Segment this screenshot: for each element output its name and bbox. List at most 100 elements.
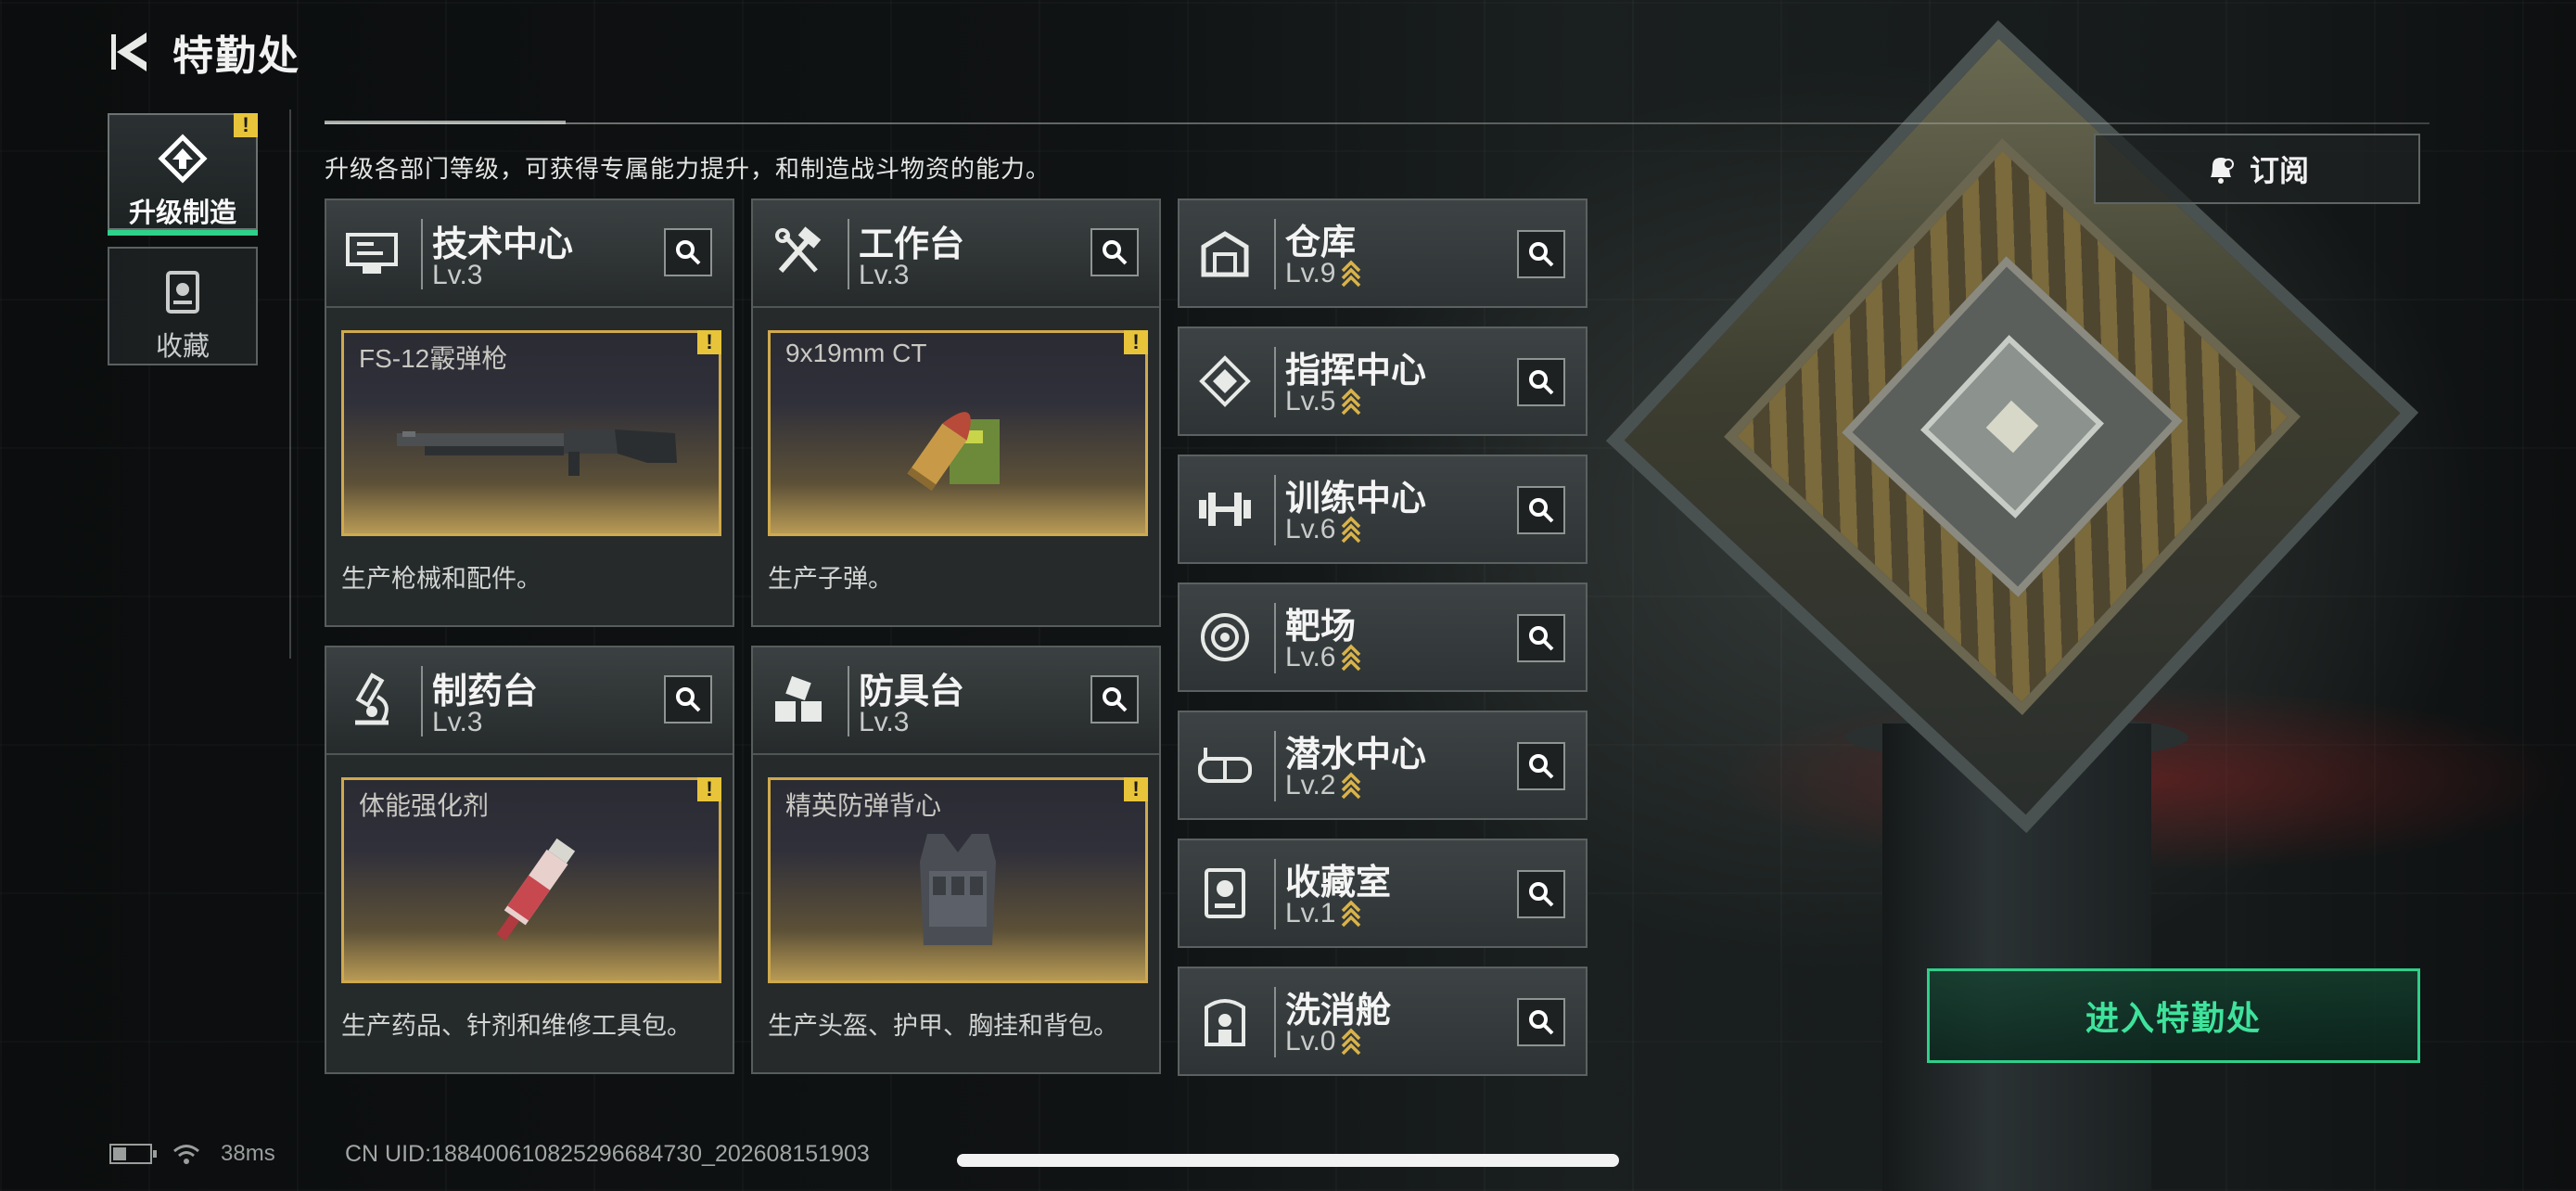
ping-text: 38ms: [221, 1141, 275, 1166]
facility-decon-chamber[interactable]: 洗消舱 Lv.0: [1178, 967, 1588, 1076]
upgrade-available-icon: [1341, 260, 1361, 288]
shooting-range-icon: [1196, 608, 1254, 666]
collection-room-icon: [1196, 864, 1254, 922]
search-icon: [1529, 882, 1554, 907]
header-divider-accent: [325, 121, 566, 124]
facility-level: Lv.6: [1285, 514, 1361, 545]
facility-level: Lv.1: [1285, 898, 1361, 929]
search-button[interactable]: [1517, 230, 1565, 278]
warehouse-icon: [1196, 224, 1254, 282]
dept-level: Lv.3: [859, 260, 910, 290]
enter-button-label: 进入特勤处: [2085, 999, 2262, 1037]
enter-special-ops-button[interactable]: 进入特勤处: [1927, 968, 2420, 1063]
search-icon: [676, 240, 701, 265]
search-icon: [1103, 687, 1128, 712]
tab-upgrade-build[interactable]: ! 升级制造: [108, 113, 258, 236]
battery-icon: [109, 1144, 157, 1164]
dept-name: 防具台: [859, 672, 965, 711]
pharmacy-icon: [343, 672, 401, 729]
search-button[interactable]: [1517, 486, 1565, 534]
dept-description: 生产子弹。: [768, 565, 893, 593]
back-arrow-icon[interactable]: [109, 26, 152, 78]
header: 特勤处: [109, 24, 694, 80]
facility-name: 洗消舱: [1285, 992, 1392, 1031]
facility-name: 指挥中心: [1285, 352, 1427, 391]
dept-name: 技术中心: [432, 225, 574, 264]
facility-diving-center[interactable]: 潜水中心 Lv.2: [1178, 711, 1588, 820]
dept-level: Lv.3: [432, 260, 483, 290]
shotgun-icon: [344, 370, 719, 524]
upgrade-available-icon: [1341, 644, 1361, 672]
facility-command-center[interactable]: 指挥中心 Lv.5: [1178, 327, 1588, 436]
search-button[interactable]: [1090, 675, 1139, 724]
search-icon: [1529, 242, 1554, 267]
product-warning-badge: !: [1124, 330, 1148, 354]
product-warning-badge: !: [1124, 777, 1148, 801]
dept-card-workbench[interactable]: 工作台 Lv.3 ! 9x19mm CT 生产子弹。: [751, 198, 1161, 627]
bell-icon: [2210, 158, 2234, 184]
uid-text: CN UID:18840061082529668473​0_2026081519…: [345, 1141, 870, 1167]
vest-icon: [771, 817, 1145, 971]
dept-card-tech-center[interactable]: 技术中心 Lv.3 ! FS-12霰弹枪 生产枪械和配件。: [325, 198, 734, 627]
decon-chamber-icon: [1196, 992, 1254, 1050]
facility-level: Lv.0: [1285, 1026, 1361, 1057]
search-icon: [676, 687, 701, 712]
search-icon: [1529, 626, 1554, 651]
diving-center-icon: [1196, 736, 1254, 794]
collection-icon: [157, 267, 209, 317]
upgrade-build-icon: [157, 134, 209, 184]
product-frame[interactable]: ! 体能强化剂: [341, 777, 721, 983]
tab-warning-badge: !: [234, 113, 258, 137]
search-button[interactable]: [664, 228, 712, 276]
side-rail-divider: [289, 109, 291, 659]
tab-collection-label: 收藏: [155, 332, 210, 362]
search-button[interactable]: [1517, 358, 1565, 406]
search-button[interactable]: [1090, 228, 1139, 276]
search-button[interactable]: [1517, 742, 1565, 790]
product-warning-badge: !: [697, 777, 721, 801]
workbench-icon: [770, 224, 827, 282]
facility-name: 训练中心: [1285, 480, 1427, 519]
dept-card-armor-bench[interactable]: 防具台 Lv.3 ! 精英防弹背心 生产头盔、护甲、胸挂和背包。: [751, 646, 1161, 1074]
dept-card-header: 技术中心 Lv.3: [326, 200, 733, 308]
facility-collection-room[interactable]: 收藏室 Lv.1: [1178, 839, 1588, 948]
search-icon: [1103, 240, 1128, 265]
training-center-icon: [1196, 480, 1254, 538]
facility-level: Lv.6: [1285, 642, 1361, 673]
facility-level: Lv.5: [1285, 386, 1361, 417]
search-button[interactable]: [1517, 998, 1565, 1046]
tab-collection[interactable]: 收藏: [108, 247, 258, 365]
search-button[interactable]: [1517, 870, 1565, 918]
upgrade-available-icon: [1341, 516, 1361, 544]
injector-icon: [344, 817, 719, 971]
page-title: 特勤处: [172, 33, 300, 79]
subscribe-label: 订阅: [2249, 154, 2309, 187]
status-bar: 38ms: [109, 1141, 275, 1167]
search-icon: [1529, 370, 1554, 395]
product-frame[interactable]: ! 9x19mm CT: [768, 330, 1148, 536]
command-center-icon: [1196, 352, 1254, 410]
home-indicator[interactable]: [957, 1154, 1619, 1167]
upgrade-available-icon: [1341, 772, 1361, 800]
dept-description: 生产枪械和配件。: [341, 565, 542, 593]
wifi-icon: [173, 1145, 199, 1164]
product-frame[interactable]: ! FS-12霰弹枪: [341, 330, 721, 536]
subscribe-button[interactable]: 订阅: [2094, 134, 2420, 204]
upgrade-available-icon: [1341, 388, 1361, 416]
dept-name: 工作台: [859, 225, 965, 264]
armor-bench-icon: [770, 672, 827, 729]
intro-text: 升级各部门等级，可获得专属能力提升，和制造战斗物资的能力。: [325, 155, 1052, 183]
facility-shooting-range[interactable]: 靶场 Lv.6: [1178, 583, 1588, 692]
dept-card-header: 防具台 Lv.3: [753, 647, 1159, 755]
facility-warehouse[interactable]: 仓库 Lv.9: [1178, 198, 1588, 308]
product-frame[interactable]: ! 精英防弹背心: [768, 777, 1148, 983]
search-button[interactable]: [1517, 614, 1565, 662]
search-button[interactable]: [664, 675, 712, 724]
dept-description: 生产药品、针剂和维修工具包。: [341, 1012, 692, 1040]
facility-training-center[interactable]: 训练中心 Lv.6: [1178, 455, 1588, 564]
dept-description: 生产头盔、护甲、胸挂和背包。: [768, 1012, 1118, 1040]
header-divider: [325, 122, 2429, 124]
facility-name: 仓库: [1285, 224, 1357, 263]
dept-card-pharmacy[interactable]: 制药台 Lv.3 ! 体能强化剂 生产药品、针剂和维修工具包。: [325, 646, 734, 1074]
dept-name: 制药台: [432, 672, 539, 711]
